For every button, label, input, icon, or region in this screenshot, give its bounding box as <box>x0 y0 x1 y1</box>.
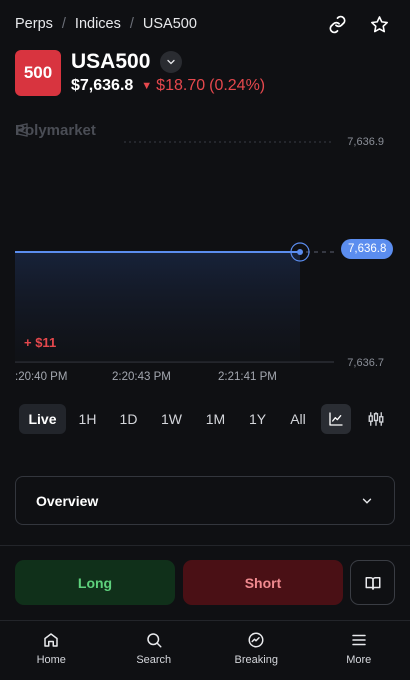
chart-type-toggle <box>321 404 391 434</box>
down-arrow-icon: ▼ <box>141 80 153 92</box>
star-icon[interactable] <box>368 13 390 35</box>
timeframe-selector: Live 1H 1D 1W 1M 1Y All <box>19 404 391 434</box>
timeframe-1d[interactable]: 1D <box>109 404 148 434</box>
nav-label: Search <box>136 654 172 666</box>
title-row: USA500 <box>71 50 183 74</box>
menu-icon <box>352 634 366 646</box>
divider <box>0 545 410 546</box>
candlestick-chart-icon[interactable] <box>361 404 391 434</box>
chevron-down-icon <box>362 498 372 504</box>
nav-home[interactable]: Home <box>0 621 103 680</box>
market-title: USA500 <box>71 50 151 73</box>
short-button[interactable]: Short <box>183 560 343 605</box>
book-icon <box>365 576 380 590</box>
area-fill <box>15 252 300 362</box>
breadcrumb-usa500: USA500 <box>142 16 197 32</box>
polymarket-watermark: Polymarket <box>15 122 96 139</box>
nav-search[interactable]: Search <box>103 621 206 680</box>
price-chart[interactable]: Polymarket 7,636.9 7,636.7 7,636.8 + $11… <box>0 118 410 393</box>
nav-label: More <box>346 654 372 666</box>
y-tick-top: 7,636.9 <box>347 136 384 148</box>
breadcrumb-perps[interactable]: Perps <box>15 16 53 32</box>
breadcrumb-indices[interactable]: Indices <box>75 16 121 32</box>
search-icon <box>147 633 162 648</box>
pnl-label: + $11 <box>24 335 57 350</box>
overview-label: Overview <box>36 492 99 509</box>
link-icon[interactable] <box>326 13 348 35</box>
bottom-nav: Home Search Breaking More <box>0 621 410 680</box>
current-price-tag: 7,636.8 <box>341 239 394 259</box>
timeframe-1m[interactable]: 1M <box>195 404 236 434</box>
x-tick: 2:21:41 PM <box>218 371 277 383</box>
timeframe-1w[interactable]: 1W <box>148 404 195 434</box>
home-icon <box>44 633 58 647</box>
line-chart-icon[interactable] <box>321 404 351 434</box>
change-amount: $18.70 <box>156 77 206 94</box>
breaking-icon <box>248 632 264 648</box>
breadcrumb-separator: / <box>61 16 66 32</box>
nav-more[interactable]: More <box>308 621 410 680</box>
x-tick: 2:20:43 PM <box>112 371 171 383</box>
price-row: $7,636.8 ▼ $18.70 (0.24%) <box>71 77 265 95</box>
chevron-down-icon <box>167 59 176 65</box>
ticker-badge: 500 <box>15 50 61 96</box>
change-percent: (0.24%) <box>209 77 266 94</box>
breadcrumb-separator: / <box>129 16 134 32</box>
timeframe-live[interactable]: Live <box>19 404 66 434</box>
timeframe-1y[interactable]: 1Y <box>236 404 279 434</box>
live-point <box>297 249 303 255</box>
current-price: $7,636.8 <box>71 77 134 94</box>
long-button[interactable]: Long <box>15 560 175 605</box>
x-tick: :20:40 PM <box>15 371 68 383</box>
market-switch-button[interactable] <box>160 51 183 73</box>
nav-breaking[interactable]: Breaking <box>205 621 308 680</box>
nav-label: Breaking <box>234 654 278 666</box>
y-tick-bottom: 7,636.7 <box>347 357 384 369</box>
top-actions <box>326 13 390 35</box>
timeframe-1h[interactable]: 1H <box>66 404 109 434</box>
breadcrumb: Perps / Indices / USA500 <box>15 16 197 32</box>
timeframe-all[interactable]: All <box>279 404 317 434</box>
price-change: ▼ $18.70 (0.24%) <box>141 77 265 95</box>
overview-accordion[interactable]: Overview <box>15 476 395 525</box>
polymarket-logo-icon <box>17 123 28 137</box>
nav-label: Home <box>36 654 66 666</box>
orderbook-button[interactable] <box>350 560 395 605</box>
